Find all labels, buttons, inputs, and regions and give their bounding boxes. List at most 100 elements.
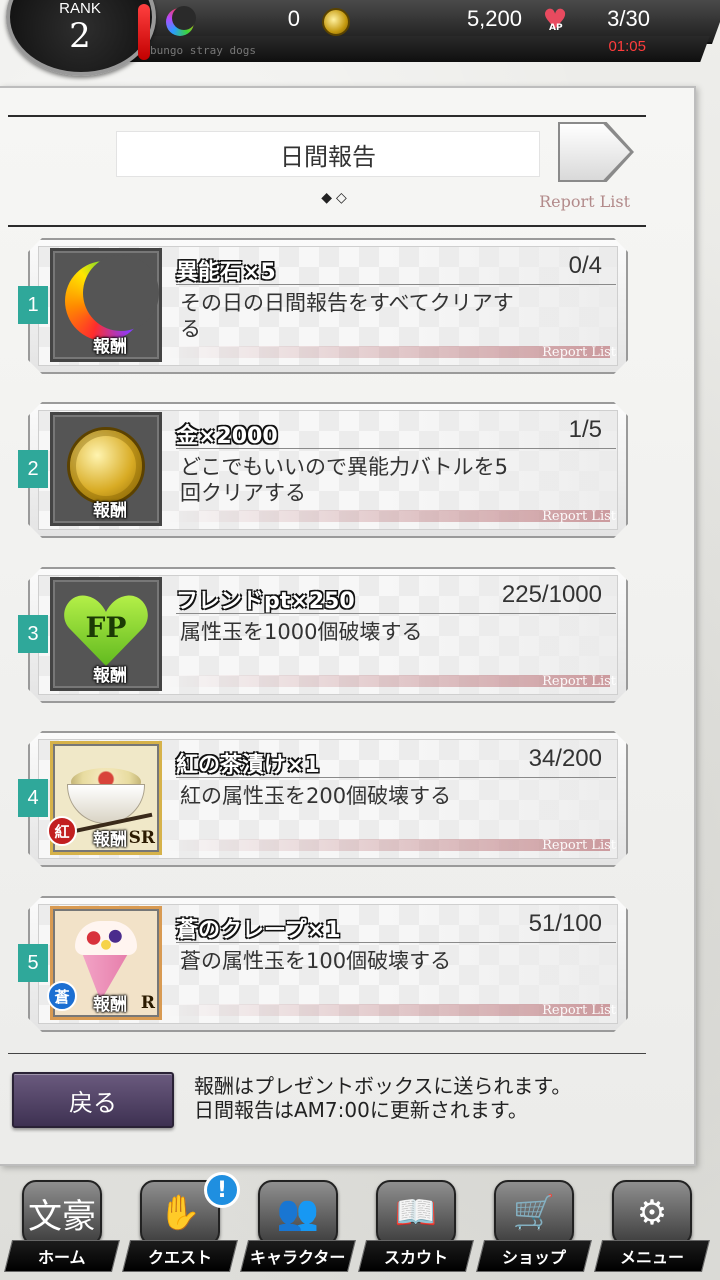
mission-number-badge: 1	[18, 286, 48, 324]
menu-gear-icon: ⚙	[612, 1180, 692, 1246]
nav-label-text: メニュー	[619, 1248, 684, 1267]
card-report-list-caption: Report List	[542, 509, 616, 524]
card-report-list-caption: Report List	[542, 674, 616, 689]
notice-line-1: 報酬はプレゼントボックスに送られます。	[194, 1074, 572, 1098]
alert-icon: !	[204, 1172, 240, 1208]
reward-item-title: 金×2000	[176, 424, 278, 449]
mission-description: どこでもいいので異能力バトルを5回クリアする	[180, 455, 508, 505]
nav-label: クエスト	[122, 1240, 238, 1272]
reward-icon-frame: 報酬	[50, 412, 162, 526]
card-report-list-caption: Report List	[542, 345, 616, 360]
nav-item-menu-gear[interactable]: ⚙ メニュー	[594, 1180, 710, 1276]
reward-icon-frame: 報酬	[50, 248, 162, 362]
mission-progress: 51/100	[528, 910, 602, 937]
back-button[interactable]: 戻る	[12, 1072, 174, 1128]
title-underline	[176, 448, 616, 449]
home-icon: 文豪	[22, 1180, 102, 1246]
gold-coin-icon	[322, 8, 350, 36]
title-underline	[176, 284, 616, 285]
mission-progress: 1/5	[568, 416, 602, 443]
mission-number-badge: 4	[18, 779, 48, 817]
mission-card[interactable]: Report List 紅 SR 報酬 4 紅の茶漬け×1 34/200 紅の属性玉を200個…	[18, 731, 628, 867]
ability-stone-moon-icon	[65, 255, 159, 341]
rank-exp-gauge	[138, 4, 150, 60]
rank-label: RANK	[59, 0, 101, 17]
reward-icon-frame: 紅 SR 報酬	[47, 741, 162, 855]
mission-progress: 34/200	[528, 745, 602, 772]
mission-description: その日の日間報告をすべてクリアする	[180, 291, 514, 341]
stone-count: 0	[287, 6, 300, 31]
nav-item-shop[interactable]: 🛒 ショップ	[476, 1180, 592, 1276]
scout-icon: 📖	[376, 1180, 456, 1246]
nav-label-text: クエスト	[147, 1248, 212, 1267]
mission-number-badge: 5	[18, 944, 48, 982]
mission-progress: 225/1000	[501, 581, 602, 608]
fp-icon-text: FP	[85, 610, 127, 644]
friend-point-heart-icon: FP	[63, 592, 149, 668]
mission-number-badge: 3	[18, 615, 48, 653]
red-attribute-badge: 紅	[47, 816, 77, 846]
page-title: 日間報告	[116, 131, 540, 177]
divider-mid	[8, 225, 646, 227]
coin-count: 5,200	[466, 6, 522, 31]
mission-progress: 0/4	[568, 252, 602, 279]
reward-item-title: 蒼のクレープ×1	[176, 918, 341, 943]
character-icon: 👥	[258, 1180, 338, 1246]
card-report-list-caption: Report List	[542, 1003, 616, 1018]
nav-label: スカウト	[358, 1240, 474, 1272]
divider-bottom	[8, 1053, 646, 1054]
report-list-caption: Report List	[539, 192, 630, 211]
reward-label: 報酬	[93, 337, 127, 357]
blue-attribute-badge: 蒼	[47, 981, 77, 1011]
reward-label: 報酬	[93, 830, 127, 850]
mission-card[interactable]: Report List 報酬 2 金×2000 1/5 どこでもいいので異能力バトルを5回…	[18, 402, 628, 538]
notice-line-2: 日間報告はAM7:00に更新されます。	[194, 1098, 528, 1122]
game-subtitle: bungo stray dogs	[150, 44, 256, 57]
nav-label-text: ホーム	[38, 1248, 86, 1267]
mission-card[interactable]: Report List 報酬 1 異能石×5 0/4 その日の日間報告をすべてクリアする	[18, 238, 628, 374]
nav-label-text: キャラクター	[250, 1248, 346, 1267]
nav-item-character[interactable]: 👥 キャラクター	[240, 1180, 356, 1276]
status-bar: RANK 2 0 5,200 ♥ AP 3/30 01:05 bungo stra…	[0, 0, 720, 76]
title-underline	[176, 613, 616, 614]
mission-card[interactable]: Report List FP 報酬 3 フレンドpt×250 225/1000 属性玉を10…	[18, 567, 628, 703]
reward-label: 報酬	[93, 666, 127, 686]
title-underline	[176, 942, 616, 943]
nav-label-text: ショップ	[501, 1248, 566, 1267]
reward-item-title: 異能石×5	[176, 260, 276, 285]
mission-description: 紅の属性玉を200個破壊する	[180, 784, 452, 808]
ap-timer: 01:05	[608, 38, 646, 55]
nav-label: ホーム	[4, 1240, 120, 1272]
nav-item-quest[interactable]: ✋ クエスト!	[122, 1172, 240, 1276]
mission-description: 蒼の属性玉を100個破壊する	[180, 949, 452, 973]
mission-card[interactable]: Report List 蒼 R 報酬 5 蒼のクレープ×1 51/100 蒼の属性玉を100個…	[18, 896, 628, 1032]
reward-label: 報酬	[93, 501, 127, 521]
reward-item-title: フレンドpt×250	[176, 589, 355, 614]
nav-label: ショップ	[476, 1240, 592, 1272]
mission-number-badge: 2	[18, 450, 48, 488]
ability-stone-icon	[166, 6, 196, 36]
bottom-nav: 文豪 ホーム ✋ クエスト! 👥 キャラクター 📖 スカウト 🛒 ショップ ⚙ メニュー	[0, 1168, 720, 1280]
nav-label-text: スカウト	[383, 1248, 448, 1267]
reward-item-title: 紅の茶漬け×1	[176, 753, 320, 778]
gold-coin-icon	[67, 427, 145, 505]
blue-crepe-icon	[71, 917, 141, 1001]
reward-icon-frame: FP 報酬	[50, 577, 162, 691]
ap-heart-icon: ♥ AP	[540, 6, 570, 34]
nav-label: キャラクター	[240, 1240, 356, 1272]
title-underline	[176, 777, 616, 778]
card-report-list-caption: Report List	[542, 838, 616, 853]
nav-item-home[interactable]: 文豪 ホーム	[4, 1180, 120, 1276]
rank-value: 2	[69, 16, 91, 56]
shop-icon: 🛒	[494, 1180, 574, 1246]
divider-top	[8, 115, 646, 117]
nav-item-scout[interactable]: 📖 スカウト	[358, 1180, 474, 1276]
rarity-label: R	[140, 993, 155, 1013]
reward-icon-frame: 蒼 R 報酬	[47, 906, 162, 1020]
reward-notice: 報酬はプレゼントボックスに送られます。 日間報告はAM7:00に更新されます。	[194, 1074, 654, 1122]
page-indicator: ◆◇	[321, 190, 351, 206]
nav-label: メニュー	[594, 1240, 710, 1272]
mission-description: 属性玉を1000個破壊する	[180, 620, 423, 644]
red-ochazuke-bowl-icon	[63, 758, 153, 836]
ap-count: 3/30	[607, 6, 650, 31]
